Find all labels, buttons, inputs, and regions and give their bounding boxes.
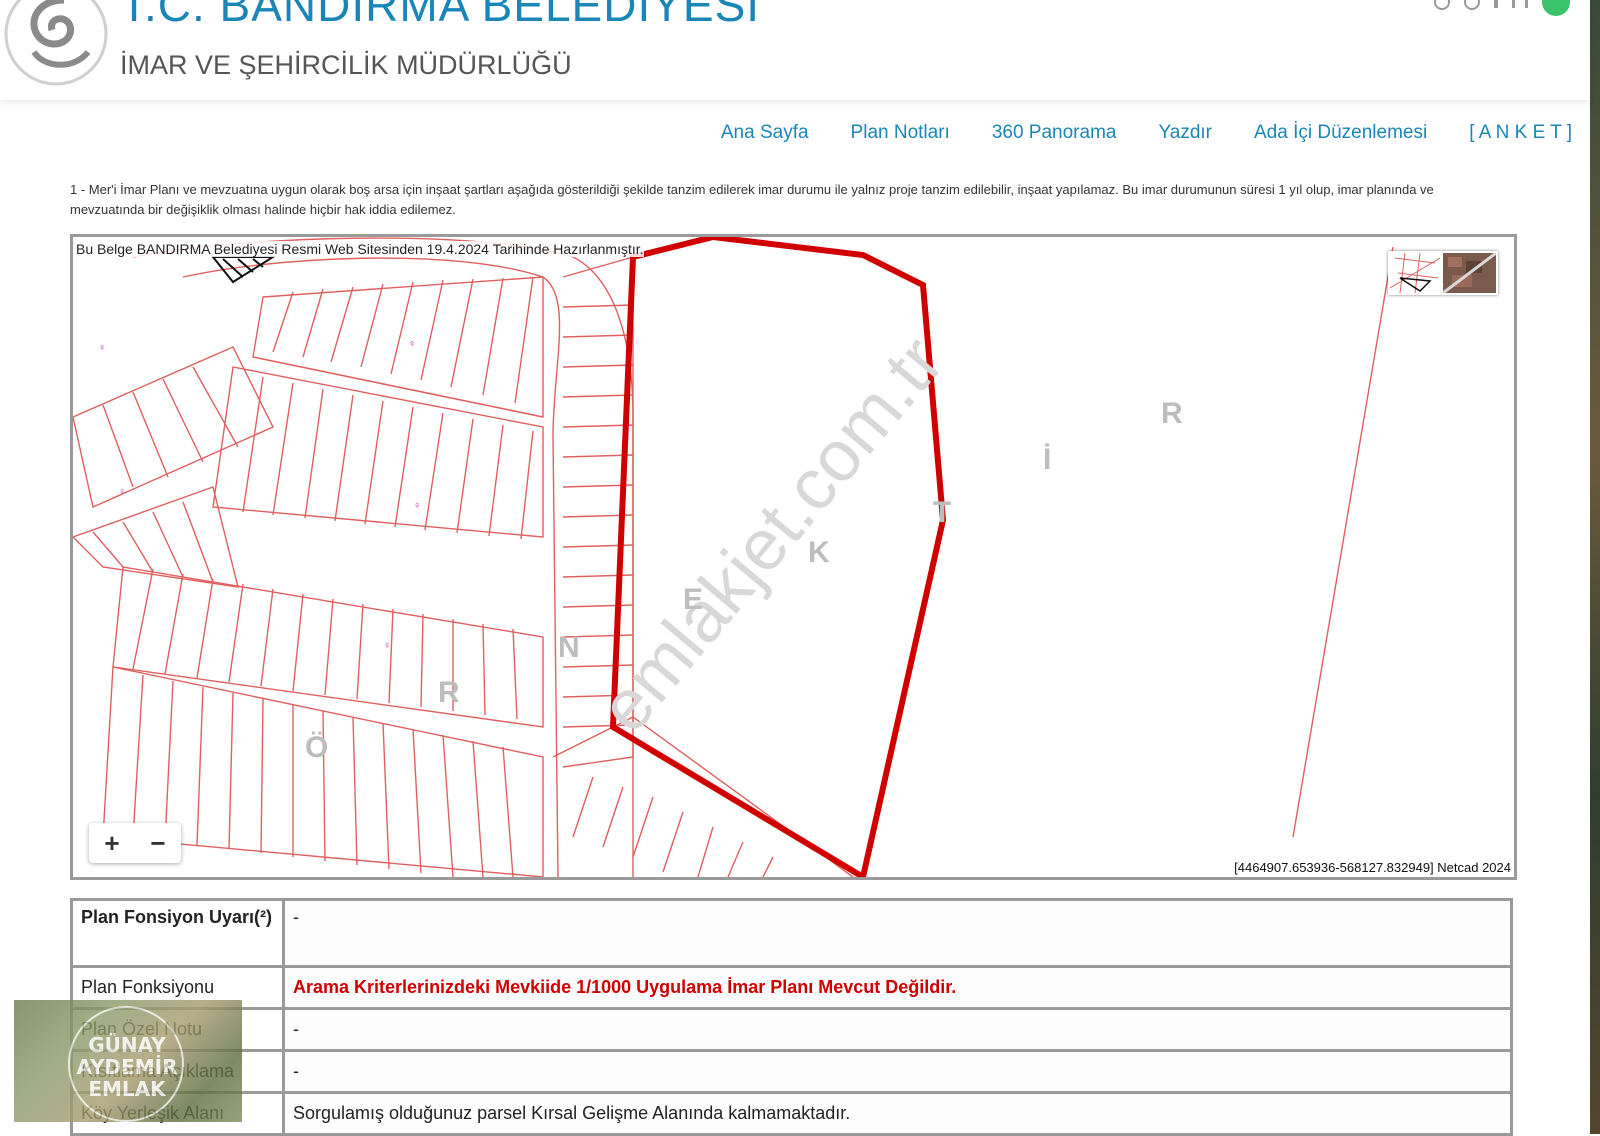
svg-text:♀: ♀ <box>118 486 126 498</box>
main-nav: Ana Sayfa Plan Notları 360 Panorama Yazd… <box>721 122 1572 144</box>
badge-line: GÜNAY <box>88 1033 166 1057</box>
row-value: - <box>282 1049 1513 1094</box>
zoom-control: + − <box>89 823 181 863</box>
background-edge <box>1590 0 1600 1134</box>
municipality-logo[interactable] <box>4 0 108 86</box>
zone-letter: Ö <box>305 731 328 764</box>
table-row: Plan Özel Notu - <box>70 1007 1513 1052</box>
svg-text:♀: ♀ <box>408 338 416 350</box>
social-icon[interactable] <box>1434 0 1450 10</box>
map-document-note: Bu Belge BANDIRMA Belediyesi Resmi Web S… <box>76 241 644 257</box>
row-value: - <box>282 898 1513 968</box>
zone-letter: K <box>808 536 830 569</box>
site-header: T.C. BANDIRMA BELEDİYESİ İMAR VE ŞEHİRCİ… <box>0 0 1590 100</box>
nav-survey[interactable]: [ A N K E T ] <box>1469 122 1572 144</box>
zoom-in-button[interactable]: + <box>89 823 135 863</box>
social-icon[interactable] <box>1464 0 1480 10</box>
badge-line: AYDEMİR <box>76 1055 178 1079</box>
row-value: - <box>282 1007 1513 1052</box>
zone-letter: R <box>1161 397 1183 430</box>
row-value: Arama Kriterlerinizdeki Mevkiide 1/1000 … <box>282 965 1513 1010</box>
nav-360-panorama[interactable]: 360 Panorama <box>992 122 1117 144</box>
svg-text:♀: ♀ <box>98 342 106 354</box>
zone-letter: T <box>933 496 951 529</box>
plan-notice: 1 - Mer'i İmar Planı ve mevzuatına uygun… <box>70 182 1434 217</box>
zone-letter: E <box>683 583 703 616</box>
header-icons <box>1434 0 1570 16</box>
basemap-toggle-button[interactable] <box>1388 251 1498 295</box>
agency-watermark-badge: GÜNAY AYDEMİR EMLAK <box>14 1000 242 1122</box>
zone-letter: N <box>558 631 580 664</box>
nav-block-arrangement[interactable]: Ada İçi Düzenlemesi <box>1254 122 1427 144</box>
row-value: Sorgulamış olduğunuz parsel Kırsal Geliş… <box>282 1091 1513 1136</box>
accessibility-icon[interactable] <box>1542 0 1570 16</box>
badge-line: EMLAK <box>88 1077 166 1101</box>
svg-text:♀: ♀ <box>413 500 421 512</box>
map-coordinates: [4464907.653936-568127.832949] Netcad 20… <box>1234 860 1511 875</box>
site-title[interactable]: T.C. BANDIRMA BELEDİYESİ <box>120 0 760 32</box>
site-subtitle: İMAR VE ŞEHİRCİLİK MÜDÜRLÜĞÜ <box>120 50 572 80</box>
table-row: Plan Fonksiyonu Arama Kriterlerinizdeki … <box>70 965 1513 1010</box>
watermark-text: emlakjet.com.tr <box>584 322 959 747</box>
nav-plan-notes[interactable]: Plan Notları <box>851 122 950 144</box>
zoom-out-button[interactable]: − <box>135 823 181 863</box>
nav-print[interactable]: Yazdır <box>1158 122 1212 144</box>
svg-text:♀: ♀ <box>383 640 391 652</box>
zone-letter: R <box>438 676 460 709</box>
nav-home[interactable]: Ana Sayfa <box>721 122 809 144</box>
hatched-area <box>210 256 277 284</box>
basemap-thumbnail-icon <box>1390 253 1496 293</box>
social-icon[interactable] <box>1512 0 1528 8</box>
table-row: Plan Fonsiyon Uyarı(²) - <box>70 898 1513 968</box>
row-label: Plan Fonsiyon Uyarı(²) <box>70 898 285 968</box>
social-icon[interactable] <box>1494 0 1498 8</box>
zoning-info-table: Plan Fonsiyon Uyarı(²) - Plan Fonksiyonu… <box>70 898 1513 1136</box>
table-row: Köy Yerleşik Alanı Sorgulamış olduğunuz … <box>70 1091 1513 1136</box>
zone-letter: İ <box>1043 443 1051 476</box>
map-canvas[interactable]: ♀ ♀ ♀ ♀ ♀ emlakjet.com.tr Ö R N E K T İ … <box>73 237 1514 877</box>
table-row: Kısıtlama Açıklama - <box>70 1049 1513 1094</box>
badge-text: GÜNAY AYDEMİR EMLAK <box>72 1034 182 1100</box>
zoning-map[interactable]: ♀ ♀ ♀ ♀ ♀ emlakjet.com.tr Ö R N E K T İ … <box>70 234 1517 880</box>
